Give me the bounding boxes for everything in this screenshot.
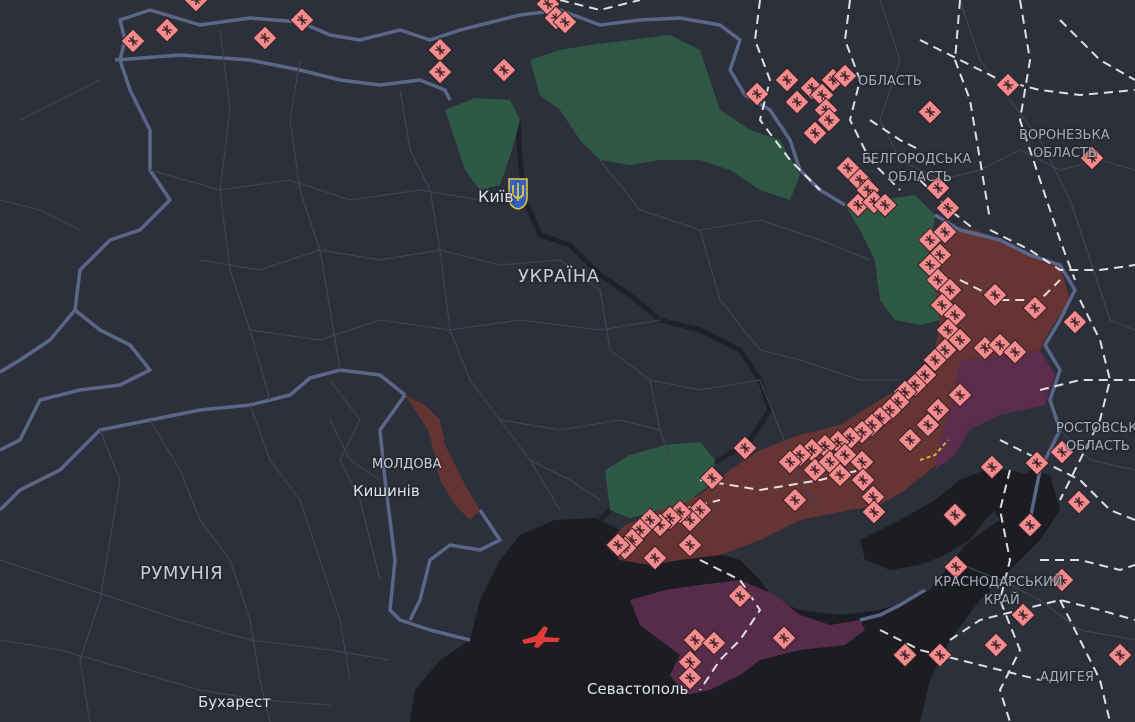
diamond-event-marker-icon[interactable] bbox=[1049, 567, 1075, 593]
diamond-event-marker-icon[interactable] bbox=[995, 72, 1021, 98]
diamond-event-marker-icon[interactable] bbox=[1010, 602, 1036, 628]
liberated-chernihiv bbox=[530, 35, 800, 200]
diamond-event-marker-icon[interactable] bbox=[983, 632, 1009, 658]
diamond-event-marker-icon[interactable] bbox=[427, 59, 453, 85]
trident-emblem-icon[interactable] bbox=[508, 178, 528, 210]
map-view[interactable]: УКРАЇНА Київ РУМУНІЯ МОЛДОВА Кишинів Бух… bbox=[0, 0, 1135, 722]
diamond-event-marker-icon[interactable] bbox=[1079, 145, 1105, 171]
map-canvas[interactable] bbox=[0, 0, 1135, 722]
diamond-event-marker-icon[interactable] bbox=[154, 17, 180, 43]
diamond-event-marker-icon[interactable] bbox=[925, 175, 951, 201]
transnistria bbox=[405, 395, 480, 520]
diamond-event-marker-icon[interactable] bbox=[252, 25, 278, 51]
diamond-event-marker-icon[interactable] bbox=[1107, 642, 1133, 668]
liberated-north bbox=[445, 98, 520, 190]
diamond-event-marker-icon[interactable] bbox=[491, 57, 517, 83]
diamond-event-marker-icon[interactable] bbox=[917, 99, 943, 125]
diamond-event-marker-icon[interactable] bbox=[183, 0, 209, 13]
diamond-event-marker-icon[interactable] bbox=[427, 37, 453, 63]
diamond-event-marker-icon[interactable] bbox=[1066, 489, 1092, 515]
diamond-event-marker-icon[interactable] bbox=[1062, 309, 1088, 335]
diamond-event-marker-icon[interactable] bbox=[774, 67, 800, 93]
